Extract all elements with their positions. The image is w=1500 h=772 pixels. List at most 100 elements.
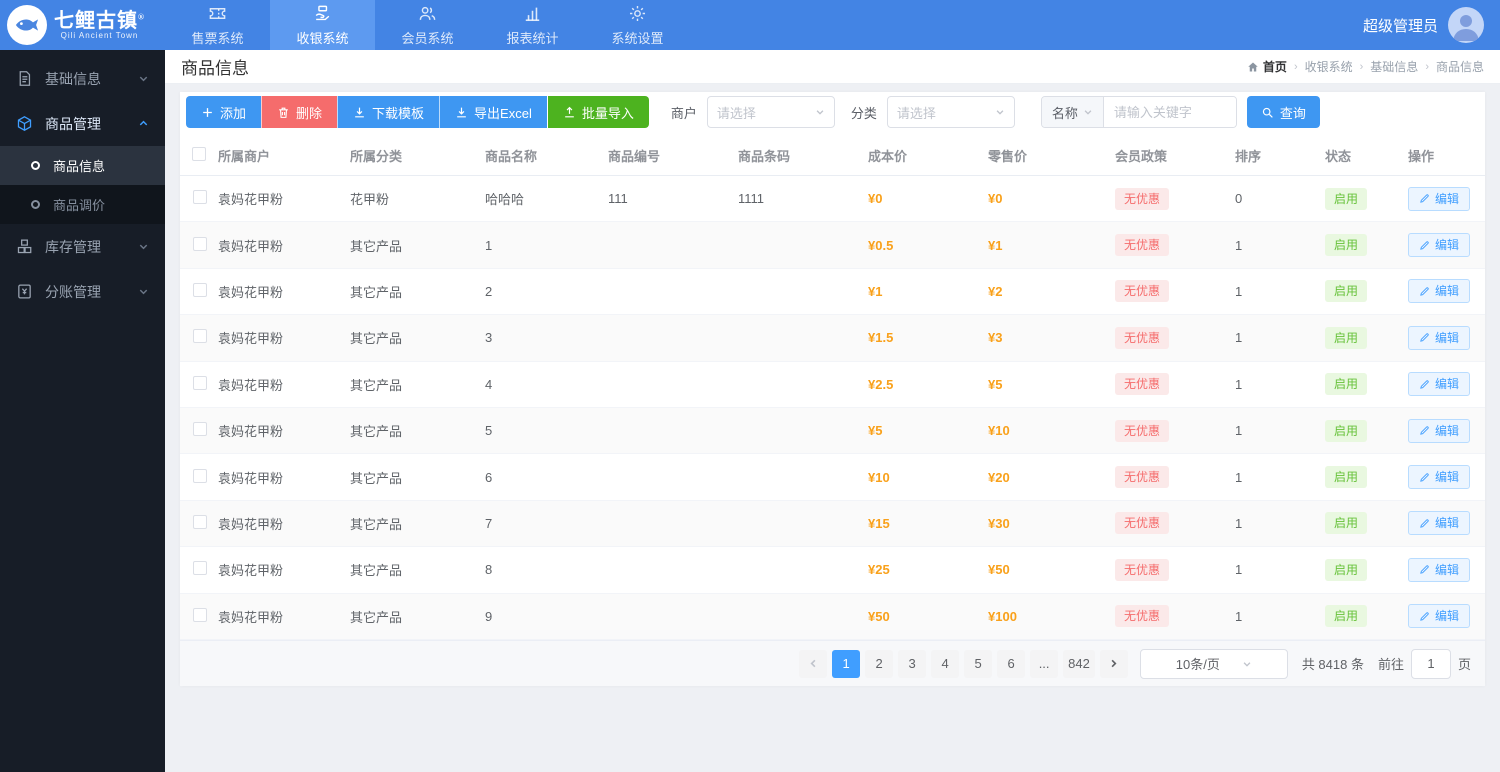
cell-category: 其它产品 [350,563,403,579]
page-number-button[interactable]: 6 [997,649,1026,678]
sidebar-item-product-info[interactable]: 商品信息 [0,146,165,185]
breadcrumb-item[interactable]: 基础信息 [1370,58,1418,75]
edit-button[interactable]: 编辑 [1408,418,1471,443]
cell-actions: 编辑 [1408,233,1485,258]
table-row: 袁妈花甲粉 其它产品 2 ¥1 ¥2 无优惠 1 启用 编辑 [180,269,1485,316]
category-select[interactable]: 请选择 [886,96,1015,128]
sidebar-item-inventory-management[interactable]: 库存管理 [0,224,165,269]
row-checkbox[interactable] [193,236,207,251]
merchant-filter-label: 商户 [670,105,697,121]
cell-member-policy: 无优惠 [1115,234,1235,257]
page-number-button[interactable]: 842 [1063,649,1095,678]
cell-merchant: 袁妈花甲粉 [218,377,284,393]
nav-item-member-system[interactable]: 会员系统 [375,0,480,50]
chevron-down-icon [1083,107,1093,117]
cell-category: 其它产品 [350,377,403,393]
edit-button[interactable]: 编辑 [1408,604,1471,629]
download-template-button[interactable]: 下载模板 [337,96,440,128]
page-number-button[interactable]: 3 [898,649,927,678]
row-checkbox[interactable] [193,375,207,390]
search-field-select[interactable]: 名称 [1041,97,1104,127]
policy-badge: 无优惠 [1115,605,1170,628]
cell-merchant: 袁妈花甲粉 [218,516,284,532]
radio-ring-icon [31,161,40,170]
ledger-icon [16,283,33,300]
export-excel-button[interactable]: 导出Excel [439,96,547,128]
page-size-select[interactable]: 10条/页 [1139,648,1288,679]
row-checkbox[interactable] [193,329,207,344]
policy-badge: 无优惠 [1115,558,1170,581]
cell-status: 启用 [1325,419,1408,442]
cell-retail-price: ¥100 [988,608,1017,624]
select-all-checkbox[interactable] [192,147,206,161]
cell-actions: 编辑 [1408,325,1485,350]
fish-logo-icon [7,5,47,45]
cell-sort: 1 [1235,562,1243,578]
search-icon [1262,107,1273,118]
sidebar-item-basic-info[interactable]: 基础信息 [0,56,165,101]
page-number-button[interactable]: 5 [964,649,993,678]
user-menu[interactable]: 超级管理员 [1363,0,1500,50]
add-button[interactable]: 添加 [186,96,262,128]
breadcrumb: 首页 › 收银系统 › 基础信息 › 商品信息 [1247,58,1484,75]
nav-item-ticket-system[interactable]: 售票系统 [165,0,270,50]
edit-button[interactable]: 编辑 [1408,557,1471,582]
cell-checkbox [180,190,218,207]
keyword-input[interactable] [1103,97,1236,127]
cell-product-name: 5 [485,423,493,439]
table-body: 袁妈花甲粉 花甲粉 哈哈哈 111 1111 ¥0 ¥0 无优惠 0 启用 编辑 袁妈花甲粉 其它产品 1… [180,176,1485,640]
row-checkbox[interactable] [193,190,207,205]
category-filter-label: 分类 [850,105,877,121]
page-number-button[interactable]: 2 [865,649,894,678]
row-checkbox[interactable] [193,607,207,622]
delete-button[interactable]: 删除 [261,96,338,128]
sidebar-item-product-price-adjust[interactable]: 商品调价 [0,185,165,224]
breadcrumb-item[interactable]: 收银系统 [1305,58,1353,75]
cell-category: 其它产品 [350,284,403,300]
nav-item-system-settings[interactable]: 系统设置 [585,0,690,50]
cell-product-name: 3 [485,330,493,346]
nav-item-report-statistics[interactable]: 报表统计 [480,0,585,50]
edit-button[interactable]: 编辑 [1408,279,1471,304]
chevron-down-icon [138,241,149,252]
row-checkbox[interactable] [193,468,207,483]
avatar[interactable] [1448,7,1484,43]
cell-product-name: 7 [485,515,493,531]
nav-item-cashier-system[interactable]: 收银系统 [270,0,375,50]
cell-checkbox [180,236,218,254]
batch-import-button[interactable]: 批量导入 [547,96,649,128]
sidebar-item-product-management[interactable]: 商品管理 [0,101,165,146]
row-checkbox[interactable] [193,514,207,529]
sidebar-item-ledger-management[interactable]: 分账管理 [0,269,165,314]
more-pages-button[interactable]: ... [1030,649,1059,678]
document-icon [16,70,33,87]
row-checkbox[interactable] [193,561,207,576]
prev-page-button[interactable] [799,649,828,678]
page-number-button[interactable]: 4 [931,649,960,678]
cell-member-policy: 无优惠 [1115,419,1235,442]
merchant-select[interactable]: 请选择 [706,96,835,128]
pos-icon [313,4,332,23]
edit-button[interactable]: 编辑 [1408,186,1471,211]
status-badge: 启用 [1325,419,1368,442]
row-checkbox[interactable] [193,282,207,297]
pencil-icon [1420,519,1429,528]
gear-icon [628,4,647,23]
breadcrumb-home[interactable]: 首页 [1247,58,1287,75]
cell-sort: 1 [1235,237,1243,253]
edit-button[interactable]: 编辑 [1408,233,1471,258]
column-product-name: 商品名称 [485,149,538,164]
edit-button[interactable]: 编辑 [1408,372,1471,397]
page-number-button[interactable]: 1 [832,649,861,678]
breadcrumb-item[interactable]: 商品信息 [1436,58,1484,75]
next-page-button[interactable] [1099,649,1128,678]
edit-button[interactable]: 编辑 [1408,465,1471,490]
column-retail-price: 零售价 [988,149,1028,164]
row-checkbox[interactable] [193,422,207,437]
cell-sort: 1 [1235,608,1243,624]
edit-button[interactable]: 编辑 [1408,325,1471,350]
cell-retail-price: ¥1 [988,237,1003,253]
edit-button[interactable]: 编辑 [1408,511,1471,536]
goto-page-input[interactable] [1410,648,1451,679]
search-button[interactable]: 查询 [1246,96,1320,128]
